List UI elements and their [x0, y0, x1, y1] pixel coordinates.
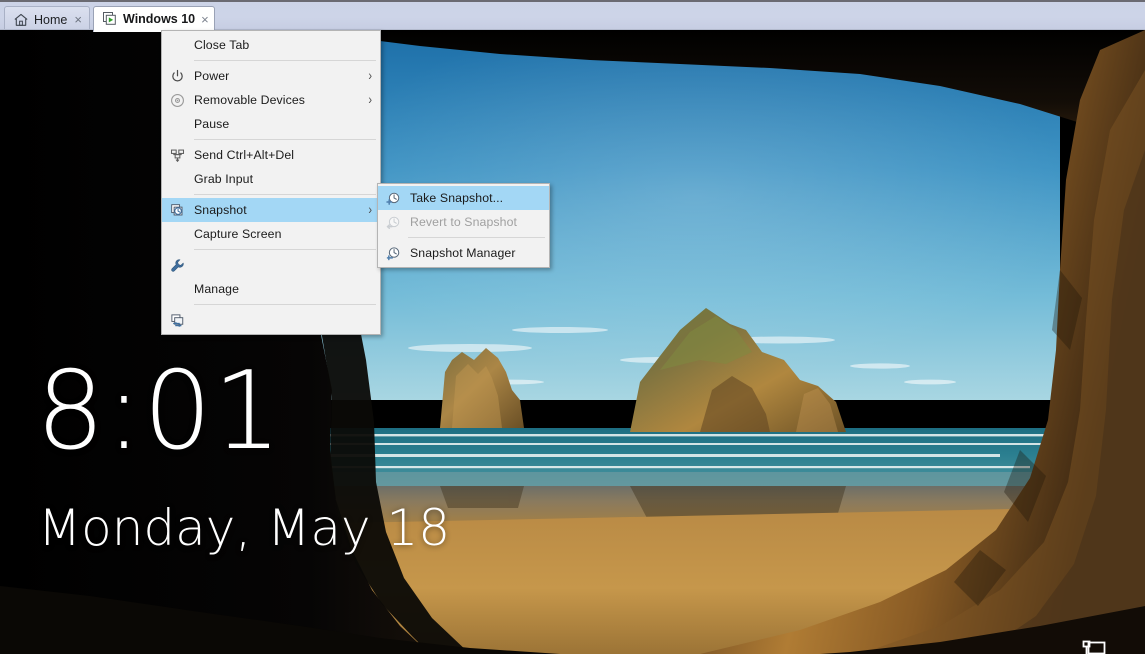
tab-home[interactable]: Home ×	[4, 6, 90, 32]
tab-bar: Home × Windows 10 ×	[0, 0, 1145, 32]
menu-item-revert-to-snapshot-label: Revert to Snapshot	[410, 215, 518, 229]
menu-item-take-snapshot[interactable]: Take Snapshot...	[378, 186, 549, 210]
snapshot-revert-icon	[378, 210, 408, 234]
menu-item-grab-input[interactable]: Grab Input	[162, 167, 380, 191]
menu-item-reinstall-vmware-tools-label: Manage	[194, 282, 240, 296]
power-icon	[162, 64, 192, 88]
chevron-right-icon: ›	[368, 68, 372, 84]
snapshot-icon	[162, 198, 192, 222]
menu-item-snapshot-manager-label: Snapshot Manager	[410, 246, 516, 260]
menu-item-close-tab-label: Close Tab	[194, 38, 250, 52]
menu-item-revert-to-snapshot[interactable]: Revert to Snapshot	[378, 210, 549, 234]
menu-item-manage[interactable]	[162, 253, 380, 277]
close-tab-icon-slot	[162, 33, 192, 57]
menu-item-send-ctrl-alt-del[interactable]: Send Ctrl+Alt+Del	[162, 143, 380, 167]
network-monitor-icon[interactable]	[1080, 638, 1108, 654]
snapshot-add-icon	[378, 186, 408, 210]
vm-tab-context-menu[interactable]: Close Tab Power › Removable Devices › Pa…	[161, 30, 381, 335]
disc-icon	[162, 88, 192, 112]
tab-home-label: Home	[34, 12, 68, 27]
menu-item-close-tab[interactable]: Close Tab	[162, 33, 380, 57]
menu-separator	[194, 60, 376, 61]
menu-separator	[408, 237, 545, 238]
menu-item-settings[interactable]	[162, 308, 380, 332]
snapshot-submenu[interactable]: Take Snapshot... Revert to Snapshot Snap…	[377, 183, 550, 268]
send-keys-icon	[162, 143, 192, 167]
menu-item-grab-input-label: Grab Input	[194, 172, 254, 186]
menu-item-reinstall-vmware-tools[interactable]: Manage	[162, 277, 380, 301]
menu-item-snapshot[interactable]: Snapshot ›	[162, 198, 380, 222]
chevron-right-icon: ›	[368, 202, 372, 218]
menu-item-pause[interactable]: Pause	[162, 112, 380, 136]
wrench-icon	[162, 253, 192, 277]
menu-item-power[interactable]: Power ›	[162, 64, 380, 88]
vmware-workstation-window: Home × Windows 10 × 8:01 Monday, May 18 …	[0, 0, 1145, 654]
menu-item-removable-devices[interactable]: Removable Devices ›	[162, 88, 380, 112]
reinstall-tools-icon-slot	[162, 277, 192, 301]
home-icon	[13, 12, 29, 28]
capture-screen-icon-slot	[162, 222, 192, 246]
snapshot-manager-icon	[378, 241, 408, 265]
tab-windows-10[interactable]: Windows 10 ×	[93, 6, 215, 32]
chevron-right-icon: ›	[368, 92, 372, 108]
menu-item-send-ctrl-alt-del-label: Send Ctrl+Alt+Del	[194, 148, 295, 162]
lock-screen-time: 8:01	[36, 349, 283, 474]
pause-icon-slot	[162, 112, 192, 136]
menu-item-snapshot-manager[interactable]: Snapshot Manager	[378, 241, 549, 265]
menu-item-removable-devices-label: Removable Devices	[194, 93, 306, 107]
settings-icon	[162, 308, 192, 332]
tab-windows-10-close-icon[interactable]: ×	[195, 13, 209, 26]
menu-item-pause-label: Pause	[194, 117, 230, 131]
tab-home-close-icon[interactable]: ×	[68, 13, 82, 26]
menu-separator	[194, 194, 376, 195]
vm-icon	[102, 11, 118, 27]
grab-input-icon-slot	[162, 167, 192, 191]
menu-item-take-snapshot-label: Take Snapshot...	[410, 191, 504, 205]
menu-item-power-label: Power	[194, 69, 230, 83]
tab-windows-10-label: Windows 10	[123, 12, 196, 26]
menu-item-capture-screen[interactable]: Capture Screen	[162, 222, 380, 246]
menu-separator	[194, 249, 376, 250]
menu-item-snapshot-label: Snapshot	[194, 203, 247, 217]
menu-separator	[194, 304, 376, 305]
lock-screen-date: Monday, May 18	[38, 499, 451, 557]
menu-separator	[194, 139, 376, 140]
menu-item-capture-screen-label: Capture Screen	[194, 227, 282, 241]
